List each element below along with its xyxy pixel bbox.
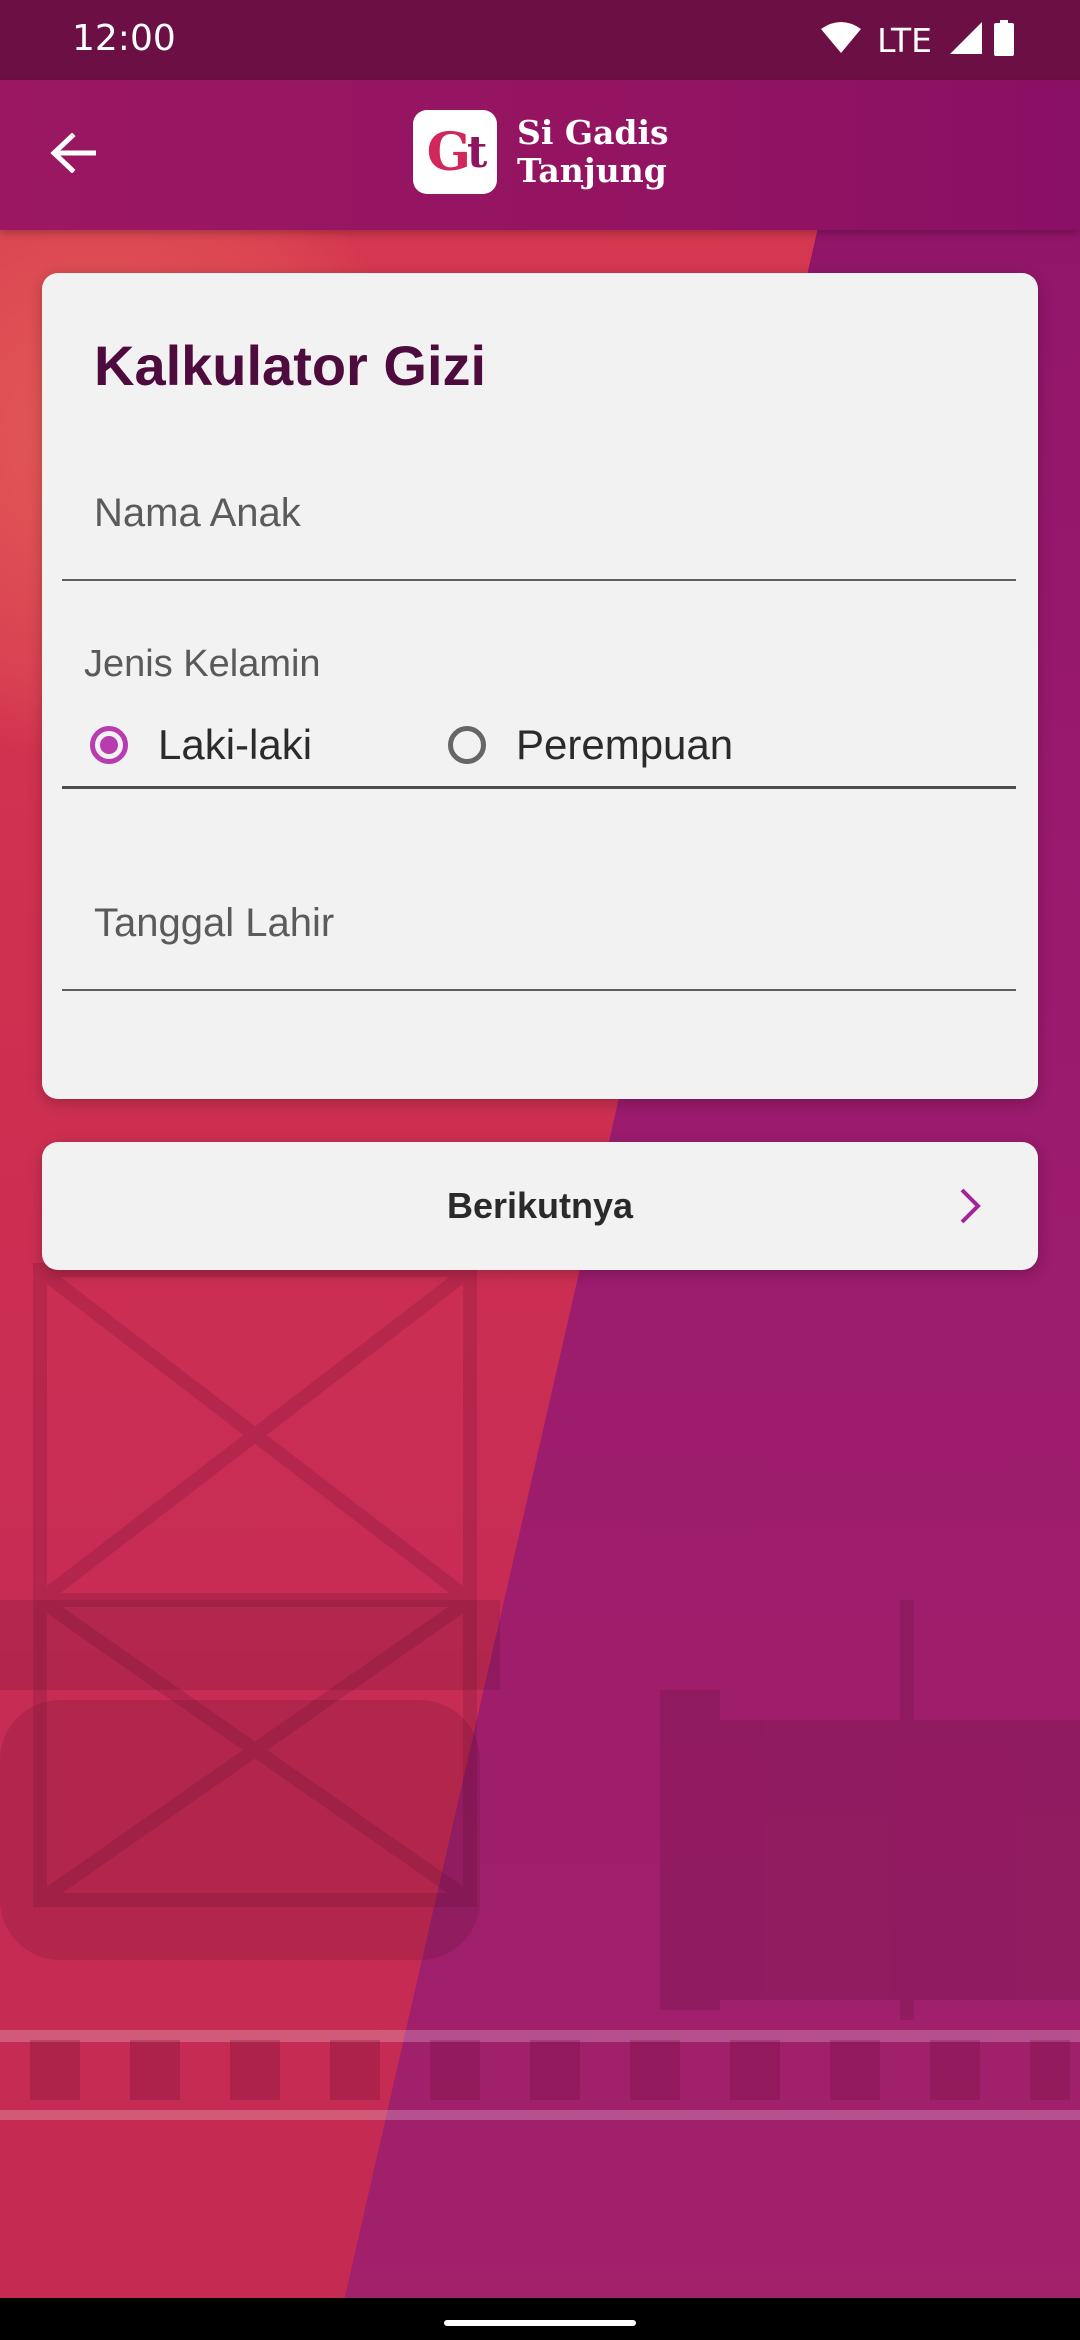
radio-label-female: Perempuan <box>516 721 734 768</box>
radio-option-male[interactable]: Laki-laki <box>90 715 312 775</box>
page-title: Kalkulator Gizi <box>94 334 487 397</box>
network-type: LTE <box>877 20 932 60</box>
cell-signal-icon <box>950 21 982 59</box>
next-button-label: Berikutnya <box>446 1185 634 1226</box>
logo-text: Si Gadis Tanjung <box>517 114 669 190</box>
gender-radio-group: Jenis Kelamin Laki-laki Perempuan <box>62 643 1016 793</box>
status-icons: LTE <box>821 18 1014 62</box>
logo-line-2: Tanjung <box>517 151 667 190</box>
radio-option-female[interactable]: Perempuan <box>448 715 733 775</box>
gender-label: Jenis Kelamin <box>84 643 321 685</box>
logo-line-1: Si Gadis <box>517 113 669 152</box>
radio-label-male: Laki-laki <box>158 721 313 768</box>
form-card: Kalkulator Gizi Jenis Kelamin Laki-laki … <box>42 273 1038 1099</box>
status-bar: 12:00 LTE <box>0 0 1080 80</box>
home-gesture-handle[interactable] <box>444 2320 636 2326</box>
birthdate-input[interactable] <box>62 873 1016 973</box>
radio-checked-icon[interactable] <box>90 726 128 764</box>
child-name-field <box>62 463 1016 581</box>
next-button[interactable]: Berikutnya <box>42 1142 1038 1270</box>
child-name-input[interactable] <box>62 463 1016 563</box>
birthdate-field <box>62 873 1016 991</box>
battery-icon <box>994 19 1014 61</box>
logo-mark: Gt <box>413 110 497 194</box>
chevron-right-icon <box>948 1184 992 1228</box>
birthdate-underline <box>62 989 1016 991</box>
app-bar: Gt Si Gadis Tanjung <box>0 80 1080 230</box>
system-nav-bar <box>0 2298 1080 2340</box>
arrow-left-icon <box>50 131 97 178</box>
logo-mark-t: t <box>467 126 487 178</box>
back-button[interactable] <box>38 120 108 190</box>
gender-underline <box>62 786 1016 789</box>
child-name-underline <box>62 579 1016 581</box>
wifi-icon <box>821 21 862 60</box>
status-time: 12:00 <box>72 18 176 59</box>
logo-mark-g: G <box>426 121 471 183</box>
app-logo: Gt Si Gadis Tanjung <box>413 110 669 194</box>
radio-unchecked-icon[interactable] <box>448 726 486 764</box>
